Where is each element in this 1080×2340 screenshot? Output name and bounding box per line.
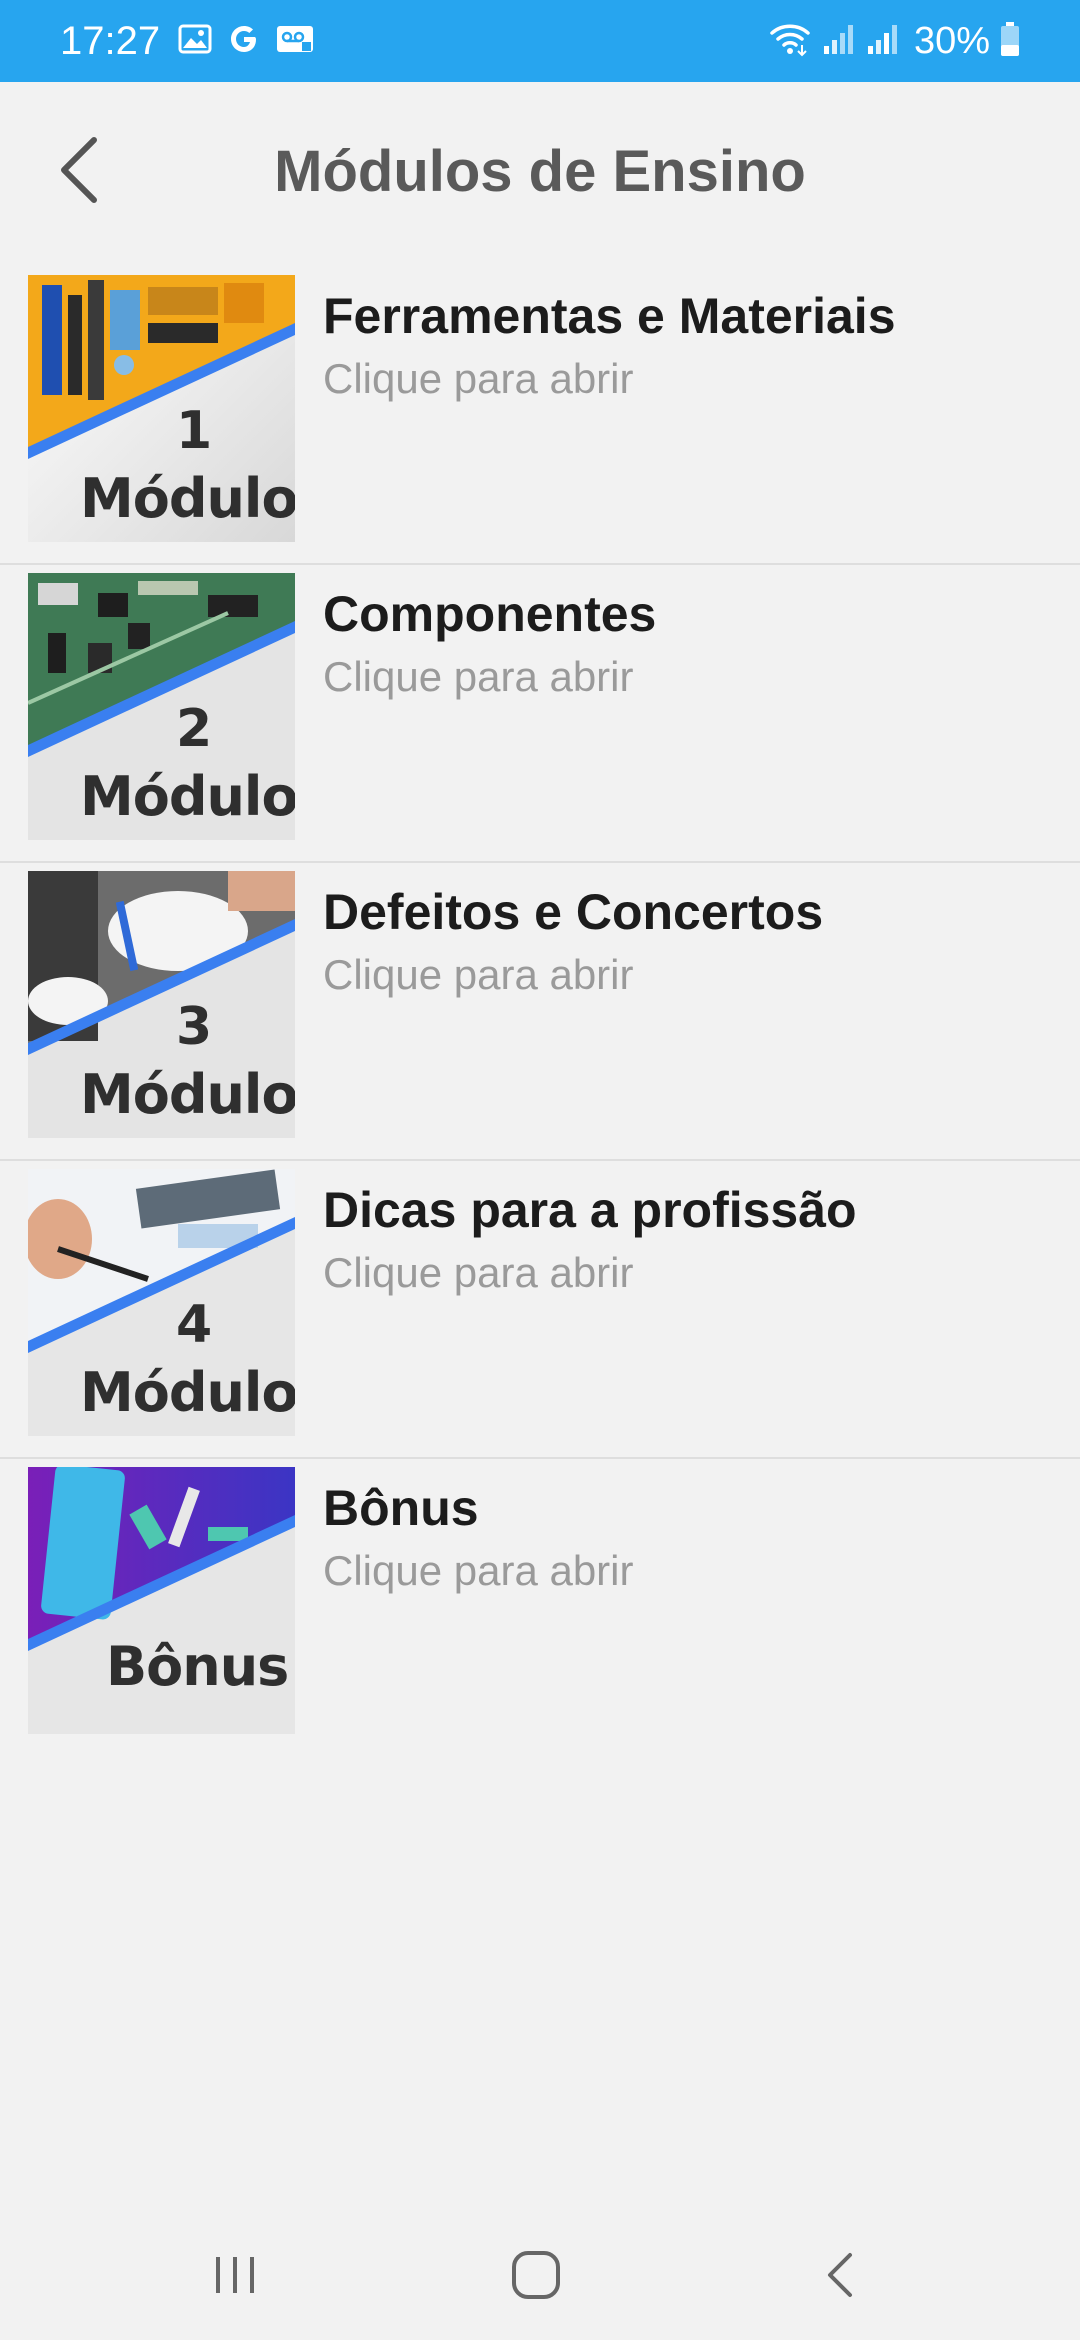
list-item-module-1[interactable]: 1 Módulo Ferramentas e Materiais Clique … [0, 267, 1080, 565]
battery-icon [1000, 21, 1020, 62]
module-subtitle: Clique para abrir [323, 951, 634, 998]
module-number: 2 [176, 699, 213, 759]
module-title: Dicas para a profissão [323, 1182, 857, 1238]
app-header: Módulos de Ensino [0, 82, 1080, 267]
bonus-word: Bônus [106, 1635, 289, 1698]
module-subtitle: Clique para abrir [323, 653, 634, 700]
status-left: 17:27 [60, 19, 314, 64]
list-item-module-3[interactable]: 3 Módulo Defeitos e Concertos Clique par… [0, 863, 1080, 1161]
back-icon [828, 2253, 852, 2297]
list-item-module-4[interactable]: 4 Módulo Dicas para a profissão Clique p… [0, 1161, 1080, 1459]
recent-apps-button[interactable] [190, 2240, 280, 2310]
gallery-icon [178, 24, 212, 59]
module-number: 3 [176, 997, 213, 1057]
battery-percentage: 30% [913, 19, 990, 62]
module-number: 4 [176, 1295, 213, 1355]
module-title: Defeitos e Concertos [323, 884, 824, 940]
status-time: 17:27 [60, 18, 161, 63]
module-word: Módulo [80, 1361, 295, 1424]
signal-icon [822, 22, 856, 61]
status-notification-icons [178, 23, 314, 60]
module-word: Módulo [80, 1063, 295, 1126]
module-subtitle: Clique para abrir [323, 355, 634, 402]
module-title: Ferramentas e Materiais [323, 288, 896, 344]
voicemail-icon [276, 24, 314, 59]
nav-back-button[interactable] [795, 2240, 885, 2310]
module-thumbnail: 1 Módulo [28, 275, 295, 542]
wifi-icon [768, 21, 812, 62]
module-thumbnail: 4 Módulo [28, 1169, 295, 1436]
recent-apps-icon [216, 2257, 254, 2293]
module-number: 1 [176, 401, 213, 461]
module-subtitle: Clique para abrir [323, 1547, 634, 1594]
module-thumbnail: 3 Módulo [28, 871, 295, 1138]
list-item-bonus[interactable]: Bônus Bônus Clique para abrir [0, 1459, 1080, 1757]
module-word: Módulo [80, 765, 295, 828]
home-icon [512, 2251, 560, 2299]
google-icon [228, 23, 260, 60]
module-word: Módulo [80, 467, 295, 530]
module-thumbnail: Bônus [28, 1467, 295, 1734]
system-nav-bar [0, 2210, 1080, 2340]
module-title: Bônus [323, 1480, 479, 1536]
status-right: 30% [768, 20, 1020, 63]
signal-icon [866, 22, 900, 61]
module-title: Componentes [323, 586, 657, 642]
status-bar: 17:27 30% [0, 0, 1080, 82]
page-title: Módulos de Ensino [274, 139, 806, 204]
list-item-module-2[interactable]: 2 Módulo Componentes Clique para abrir [0, 565, 1080, 863]
module-subtitle: Clique para abrir [323, 1249, 634, 1296]
module-list: 1 Módulo Ferramentas e Materiais Clique … [0, 267, 1080, 1757]
home-button[interactable] [491, 2240, 581, 2310]
module-thumbnail: 2 Módulo [28, 573, 295, 840]
